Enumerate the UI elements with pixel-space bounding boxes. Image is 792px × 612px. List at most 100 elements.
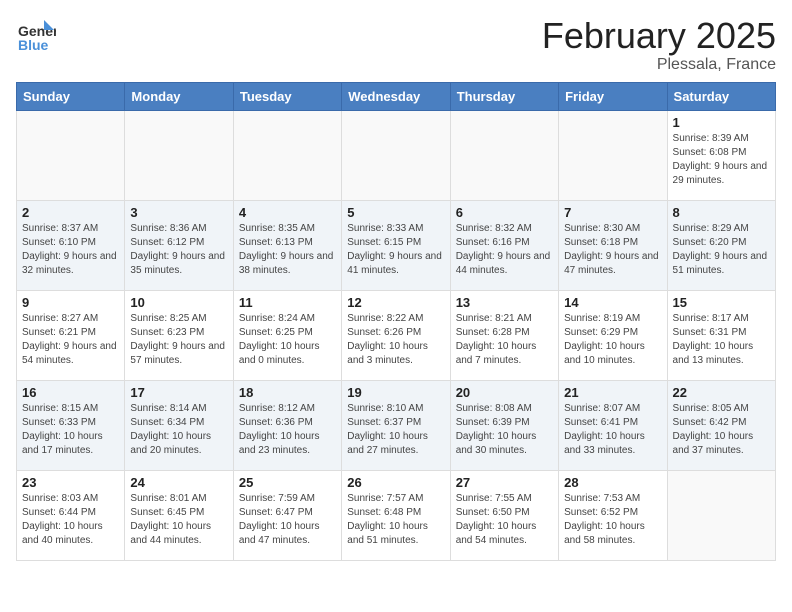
calendar-day-cell: 7Sunrise: 8:30 AM Sunset: 6:18 PM Daylig… <box>559 200 667 290</box>
weekday-header-monday: Monday <box>125 82 233 110</box>
day-number: 11 <box>239 295 336 310</box>
day-number: 24 <box>130 475 227 490</box>
day-number: 5 <box>347 205 444 220</box>
day-number: 16 <box>22 385 119 400</box>
day-number: 4 <box>239 205 336 220</box>
day-detail: Sunrise: 8:25 AM Sunset: 6:23 PM Dayligh… <box>130 312 227 368</box>
day-detail: Sunrise: 7:55 AM Sunset: 6:50 PM Dayligh… <box>456 492 553 548</box>
day-detail: Sunrise: 8:01 AM Sunset: 6:45 PM Dayligh… <box>130 492 227 548</box>
day-number: 25 <box>239 475 336 490</box>
day-detail: Sunrise: 8:32 AM Sunset: 6:16 PM Dayligh… <box>456 222 553 278</box>
calendar-day-cell: 5 Sunrise: 8:33 AM Sunset: 6:15 PM Daylig… <box>342 200 450 290</box>
day-number: 14 <box>564 295 661 310</box>
day-detail: Sunrise: 8:03 AM Sunset: 6:44 PM Dayligh… <box>22 492 119 548</box>
day-detail: Sunrise: 7:57 AM Sunset: 6:48 PM Dayligh… <box>347 492 444 548</box>
month-title: February 2025 <box>542 16 776 56</box>
calendar-day-cell: 26Sunrise: 7:57 AM Sunset: 6:48 PM Dayli… <box>342 470 450 560</box>
day-detail: Sunrise: 8:27 AM Sunset: 6:21 PM Dayligh… <box>22 312 119 368</box>
calendar-week-row: 23 Sunrise: 8:03 AM Sunset: 6:44 PM Dayli… <box>17 470 776 560</box>
day-detail: Sunrise: 8:21 AM Sunset: 6:28 PM Dayligh… <box>456 312 553 368</box>
calendar-day-cell: 28 Sunrise: 7:53 AM Sunset: 6:52 PM Dayli… <box>559 470 667 560</box>
calendar-day-cell: 21 Sunrise: 8:07 AM Sunset: 6:41 PM Dayli… <box>559 380 667 470</box>
weekday-header-wednesday: Wednesday <box>342 82 450 110</box>
calendar-day-cell: 1 Sunrise: 8:39 AM Sunset: 6:08 PM Daylig… <box>667 110 775 200</box>
weekday-header-row: SundayMondayTuesdayWednesdayThursdayFrid… <box>17 82 776 110</box>
calendar-week-row: 9 Sunrise: 8:27 AM Sunset: 6:21 PM Daylig… <box>17 290 776 380</box>
day-number: 20 <box>456 385 553 400</box>
day-detail: Sunrise: 8:39 AM Sunset: 6:08 PM Dayligh… <box>673 132 770 188</box>
logo: General Blue <box>16 16 56 61</box>
calendar-day-cell <box>125 110 233 200</box>
day-detail: Sunrise: 7:53 AM Sunset: 6:52 PM Dayligh… <box>564 492 661 548</box>
day-detail: Sunrise: 8:35 AM Sunset: 6:13 PM Dayligh… <box>239 222 336 278</box>
day-number: 3 <box>130 205 227 220</box>
calendar-day-cell: 15 Sunrise: 8:17 AM Sunset: 6:31 PM Dayli… <box>667 290 775 380</box>
calendar-day-cell: 23 Sunrise: 8:03 AM Sunset: 6:44 PM Dayli… <box>17 470 125 560</box>
day-number: 12 <box>347 295 444 310</box>
day-number: 28 <box>564 475 661 490</box>
day-number: 1 <box>673 115 770 130</box>
title-block: February 2025 Plessala, France <box>542 16 776 74</box>
weekday-header-friday: Friday <box>559 82 667 110</box>
calendar-day-cell: 22 Sunrise: 8:05 AM Sunset: 6:42 PM Dayli… <box>667 380 775 470</box>
day-detail: Sunrise: 8:22 AM Sunset: 6:26 PM Dayligh… <box>347 312 444 368</box>
calendar-day-cell: 17 Sunrise: 8:14 AM Sunset: 6:34 PM Dayli… <box>125 380 233 470</box>
calendar-day-cell: 16Sunrise: 8:15 AM Sunset: 6:33 PM Dayli… <box>17 380 125 470</box>
calendar-day-cell <box>667 470 775 560</box>
calendar-week-row: 16Sunrise: 8:15 AM Sunset: 6:33 PM Dayli… <box>17 380 776 470</box>
calendar-table: SundayMondayTuesdayWednesdayThursdayFrid… <box>16 82 776 561</box>
calendar-day-cell: 11 Sunrise: 8:24 AM Sunset: 6:25 PM Dayli… <box>233 290 341 380</box>
weekday-header-sunday: Sunday <box>17 82 125 110</box>
day-number: 18 <box>239 385 336 400</box>
day-detail: Sunrise: 8:07 AM Sunset: 6:41 PM Dayligh… <box>564 402 661 458</box>
day-number: 19 <box>347 385 444 400</box>
day-detail: Sunrise: 8:30 AM Sunset: 6:18 PM Dayligh… <box>564 222 661 278</box>
day-detail: Sunrise: 8:12 AM Sunset: 6:36 PM Dayligh… <box>239 402 336 458</box>
day-detail: Sunrise: 8:29 AM Sunset: 6:20 PM Dayligh… <box>673 222 770 278</box>
calendar-day-cell: 14 Sunrise: 8:19 AM Sunset: 6:29 PM Dayli… <box>559 290 667 380</box>
day-detail: Sunrise: 8:17 AM Sunset: 6:31 PM Dayligh… <box>673 312 770 368</box>
day-number: 6 <box>456 205 553 220</box>
day-number: 13 <box>456 295 553 310</box>
calendar-day-cell: 19 Sunrise: 8:10 AM Sunset: 6:37 PM Dayli… <box>342 380 450 470</box>
calendar-day-cell: 10 Sunrise: 8:25 AM Sunset: 6:23 PM Dayli… <box>125 290 233 380</box>
day-detail: Sunrise: 8:24 AM Sunset: 6:25 PM Dayligh… <box>239 312 336 368</box>
day-number: 8 <box>673 205 770 220</box>
calendar-day-cell: 3 Sunrise: 8:36 AM Sunset: 6:12 PM Daylig… <box>125 200 233 290</box>
day-number: 15 <box>673 295 770 310</box>
weekday-header-tuesday: Tuesday <box>233 82 341 110</box>
calendar-day-cell: 13 Sunrise: 8:21 AM Sunset: 6:28 PM Dayli… <box>450 290 558 380</box>
day-detail: Sunrise: 8:14 AM Sunset: 6:34 PM Dayligh… <box>130 402 227 458</box>
calendar-day-cell: 24 Sunrise: 8:01 AM Sunset: 6:45 PM Dayli… <box>125 470 233 560</box>
day-number: 27 <box>456 475 553 490</box>
weekday-header-thursday: Thursday <box>450 82 558 110</box>
calendar-week-row: 1 Sunrise: 8:39 AM Sunset: 6:08 PM Daylig… <box>17 110 776 200</box>
calendar-day-cell: 9 Sunrise: 8:27 AM Sunset: 6:21 PM Daylig… <box>17 290 125 380</box>
weekday-header-saturday: Saturday <box>667 82 775 110</box>
day-number: 23 <box>22 475 119 490</box>
calendar-day-cell: 2Sunrise: 8:37 AM Sunset: 6:10 PM Daylig… <box>17 200 125 290</box>
page-header: General Blue February 2025 Plessala, Fra… <box>16 16 776 74</box>
day-detail: Sunrise: 8:08 AM Sunset: 6:39 PM Dayligh… <box>456 402 553 458</box>
day-number: 22 <box>673 385 770 400</box>
day-detail: Sunrise: 7:59 AM Sunset: 6:47 PM Dayligh… <box>239 492 336 548</box>
day-number: 10 <box>130 295 227 310</box>
calendar-day-cell <box>559 110 667 200</box>
calendar-day-cell <box>233 110 341 200</box>
svg-text:Blue: Blue <box>18 37 49 53</box>
day-detail: Sunrise: 8:05 AM Sunset: 6:42 PM Dayligh… <box>673 402 770 458</box>
day-number: 2 <box>22 205 119 220</box>
day-number: 21 <box>564 385 661 400</box>
calendar-day-cell <box>17 110 125 200</box>
day-number: 17 <box>130 385 227 400</box>
day-detail: Sunrise: 8:10 AM Sunset: 6:37 PM Dayligh… <box>347 402 444 458</box>
calendar-day-cell: 18 Sunrise: 8:12 AM Sunset: 6:36 PM Dayli… <box>233 380 341 470</box>
day-detail: Sunrise: 8:33 AM Sunset: 6:15 PM Dayligh… <box>347 222 444 278</box>
logo-mark: General Blue <box>16 16 56 61</box>
day-number: 9 <box>22 295 119 310</box>
day-detail: Sunrise: 8:36 AM Sunset: 6:12 PM Dayligh… <box>130 222 227 278</box>
calendar-day-cell: 8 Sunrise: 8:29 AM Sunset: 6:20 PM Daylig… <box>667 200 775 290</box>
calendar-day-cell: 4 Sunrise: 8:35 AM Sunset: 6:13 PM Daylig… <box>233 200 341 290</box>
calendar-day-cell: 6 Sunrise: 8:32 AM Sunset: 6:16 PM Daylig… <box>450 200 558 290</box>
day-detail: Sunrise: 8:19 AM Sunset: 6:29 PM Dayligh… <box>564 312 661 368</box>
